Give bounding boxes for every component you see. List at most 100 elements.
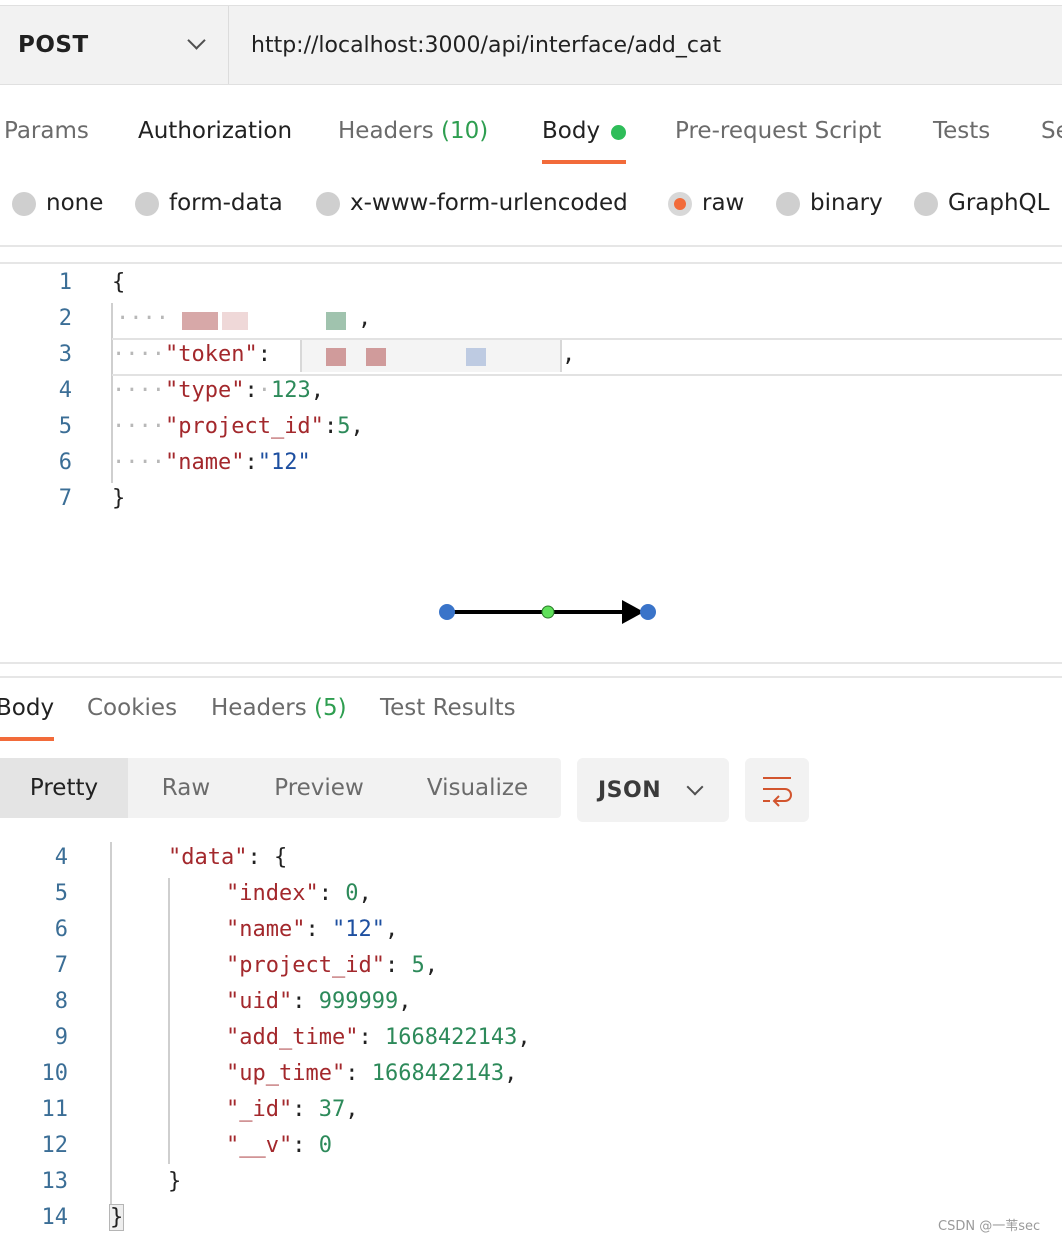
response-tab-headers-label: Headers [211, 695, 307, 721]
redacted-block [222, 312, 248, 330]
redacted-block [182, 312, 218, 330]
json-number: 999999 [318, 989, 399, 1014]
code-line-token: ····"token": [112, 342, 285, 367]
headers-count-badge: (10) [441, 118, 489, 144]
line-number: 6 [58, 450, 72, 475]
indent-dots: ···· [116, 306, 169, 331]
tab-tests[interactable]: Tests [933, 118, 990, 144]
code-line-up-time: "up_time": 1668422143, [226, 1061, 518, 1086]
connector-start-handle[interactable] [439, 604, 455, 620]
url-input[interactable]: http://localhost:3000/api/interface/add_… [251, 33, 721, 58]
wrap-lines-button[interactable] [745, 758, 809, 822]
code-line-index: "index": 0, [226, 881, 372, 906]
code-line-v: "__v": 0 [226, 1133, 332, 1158]
line-number: 10 [41, 1061, 69, 1086]
code-line-add-time: "add_time": 1668422143, [226, 1025, 531, 1050]
indent-guide [168, 878, 170, 1164]
radio-none[interactable] [12, 192, 36, 216]
active-tab-underline [0, 737, 54, 741]
response-tab-body[interactable]: Body [0, 695, 54, 721]
code-open-brace: { [273, 845, 288, 870]
method-label: POST [18, 32, 89, 58]
code-line-uid: "uid": 999999, [226, 989, 412, 1014]
response-tab-test-results[interactable]: Test Results [380, 695, 516, 721]
radio-binary-label: binary [810, 190, 883, 216]
radio-raw[interactable] [668, 192, 692, 216]
tab-headers-label: Headers [338, 118, 434, 144]
json-key: "name" [226, 917, 306, 942]
indent-guide [110, 842, 112, 1204]
json-number: 1668422143 [371, 1061, 505, 1086]
tab-settings[interactable]: Se [1041, 118, 1062, 144]
json-string: "12" [331, 917, 385, 942]
json-key: "token" [164, 342, 258, 367]
line-number: 11 [41, 1097, 69, 1122]
redacted-block [326, 348, 346, 366]
line-number: 4 [58, 378, 72, 403]
code-line-project-id: ····"project_id":5, [112, 414, 364, 439]
format-label: JSON [598, 778, 662, 803]
view-pretty-button[interactable]: Pretty [0, 758, 128, 818]
json-key: "_id" [226, 1097, 293, 1122]
line-number: 1 [58, 270, 72, 295]
radio-form-data[interactable] [135, 192, 159, 216]
radio-graphql[interactable] [914, 192, 938, 216]
code-line-type: ····"type":·123, [112, 378, 324, 403]
code-open-brace: { [112, 270, 126, 295]
divider [0, 662, 1062, 664]
response-tab-headers[interactable]: Headers (5) [211, 695, 347, 721]
format-select[interactable]: JSON [577, 758, 729, 822]
json-number: 37 [318, 1097, 346, 1122]
connector-arrow[interactable] [430, 595, 670, 629]
radio-urlencoded[interactable] [316, 192, 340, 216]
divider [0, 262, 1062, 264]
divider [0, 245, 1062, 247]
json-key: "add_time" [226, 1025, 359, 1050]
json-number: 0 [318, 1133, 332, 1158]
headers-count-badge: (5) [314, 695, 347, 721]
line-number: 3 [58, 342, 72, 367]
tab-body[interactable]: Body [542, 118, 600, 144]
code-line-name: "name": "12", [226, 917, 399, 942]
line-number: 14 [41, 1205, 69, 1230]
radio-none-label: none [46, 190, 104, 216]
method-select[interactable]: POST [0, 6, 229, 84]
code-line-project-id: "project_id": 5, [226, 953, 438, 978]
json-key: "uid" [226, 989, 293, 1014]
line-number: 6 [54, 917, 68, 942]
json-string: "12" [257, 450, 311, 475]
view-mode-segmented-control: Pretty Raw Preview Visualize [0, 758, 561, 818]
code-line-data: "data": { [168, 845, 288, 870]
redacted-block [466, 348, 486, 366]
tab-params[interactable]: Params [4, 118, 89, 144]
radio-raw-label: raw [702, 190, 745, 216]
divider [0, 676, 1062, 678]
json-number: 123 [270, 378, 311, 403]
body-indicator-dot [611, 125, 626, 140]
active-tab-underline [542, 160, 626, 164]
code-line-id: "_id": 37, [226, 1097, 359, 1122]
view-raw-button[interactable]: Raw [128, 758, 244, 818]
tab-prerequest-script[interactable]: Pre-request Script [675, 118, 881, 144]
code-close-brace: } [108, 1204, 125, 1231]
line-number: 5 [58, 414, 72, 439]
json-number: 1668422143 [384, 1025, 518, 1050]
view-visualize-button[interactable]: Visualize [394, 758, 561, 818]
line-number: 8 [54, 989, 68, 1014]
radio-urlencoded-label: x-www-form-urlencoded [350, 190, 628, 216]
json-key: "name" [164, 450, 245, 475]
code-comma: , [562, 342, 576, 367]
tab-authorization[interactable]: Authorization [138, 118, 292, 144]
connector-end-handle[interactable] [640, 604, 656, 620]
radio-binary[interactable] [776, 192, 800, 216]
chevron-down-icon [686, 778, 704, 796]
json-key: "type" [164, 378, 245, 403]
redacted-block [366, 348, 386, 366]
code-comma: , [358, 306, 372, 331]
view-preview-button[interactable]: Preview [244, 758, 394, 818]
code-close-brace: } [168, 1169, 182, 1194]
tab-headers[interactable]: Headers (10) [338, 118, 488, 144]
response-tab-cookies[interactable]: Cookies [87, 695, 177, 721]
line-number: 7 [58, 486, 72, 511]
connector-mid-handle[interactable] [541, 605, 555, 619]
